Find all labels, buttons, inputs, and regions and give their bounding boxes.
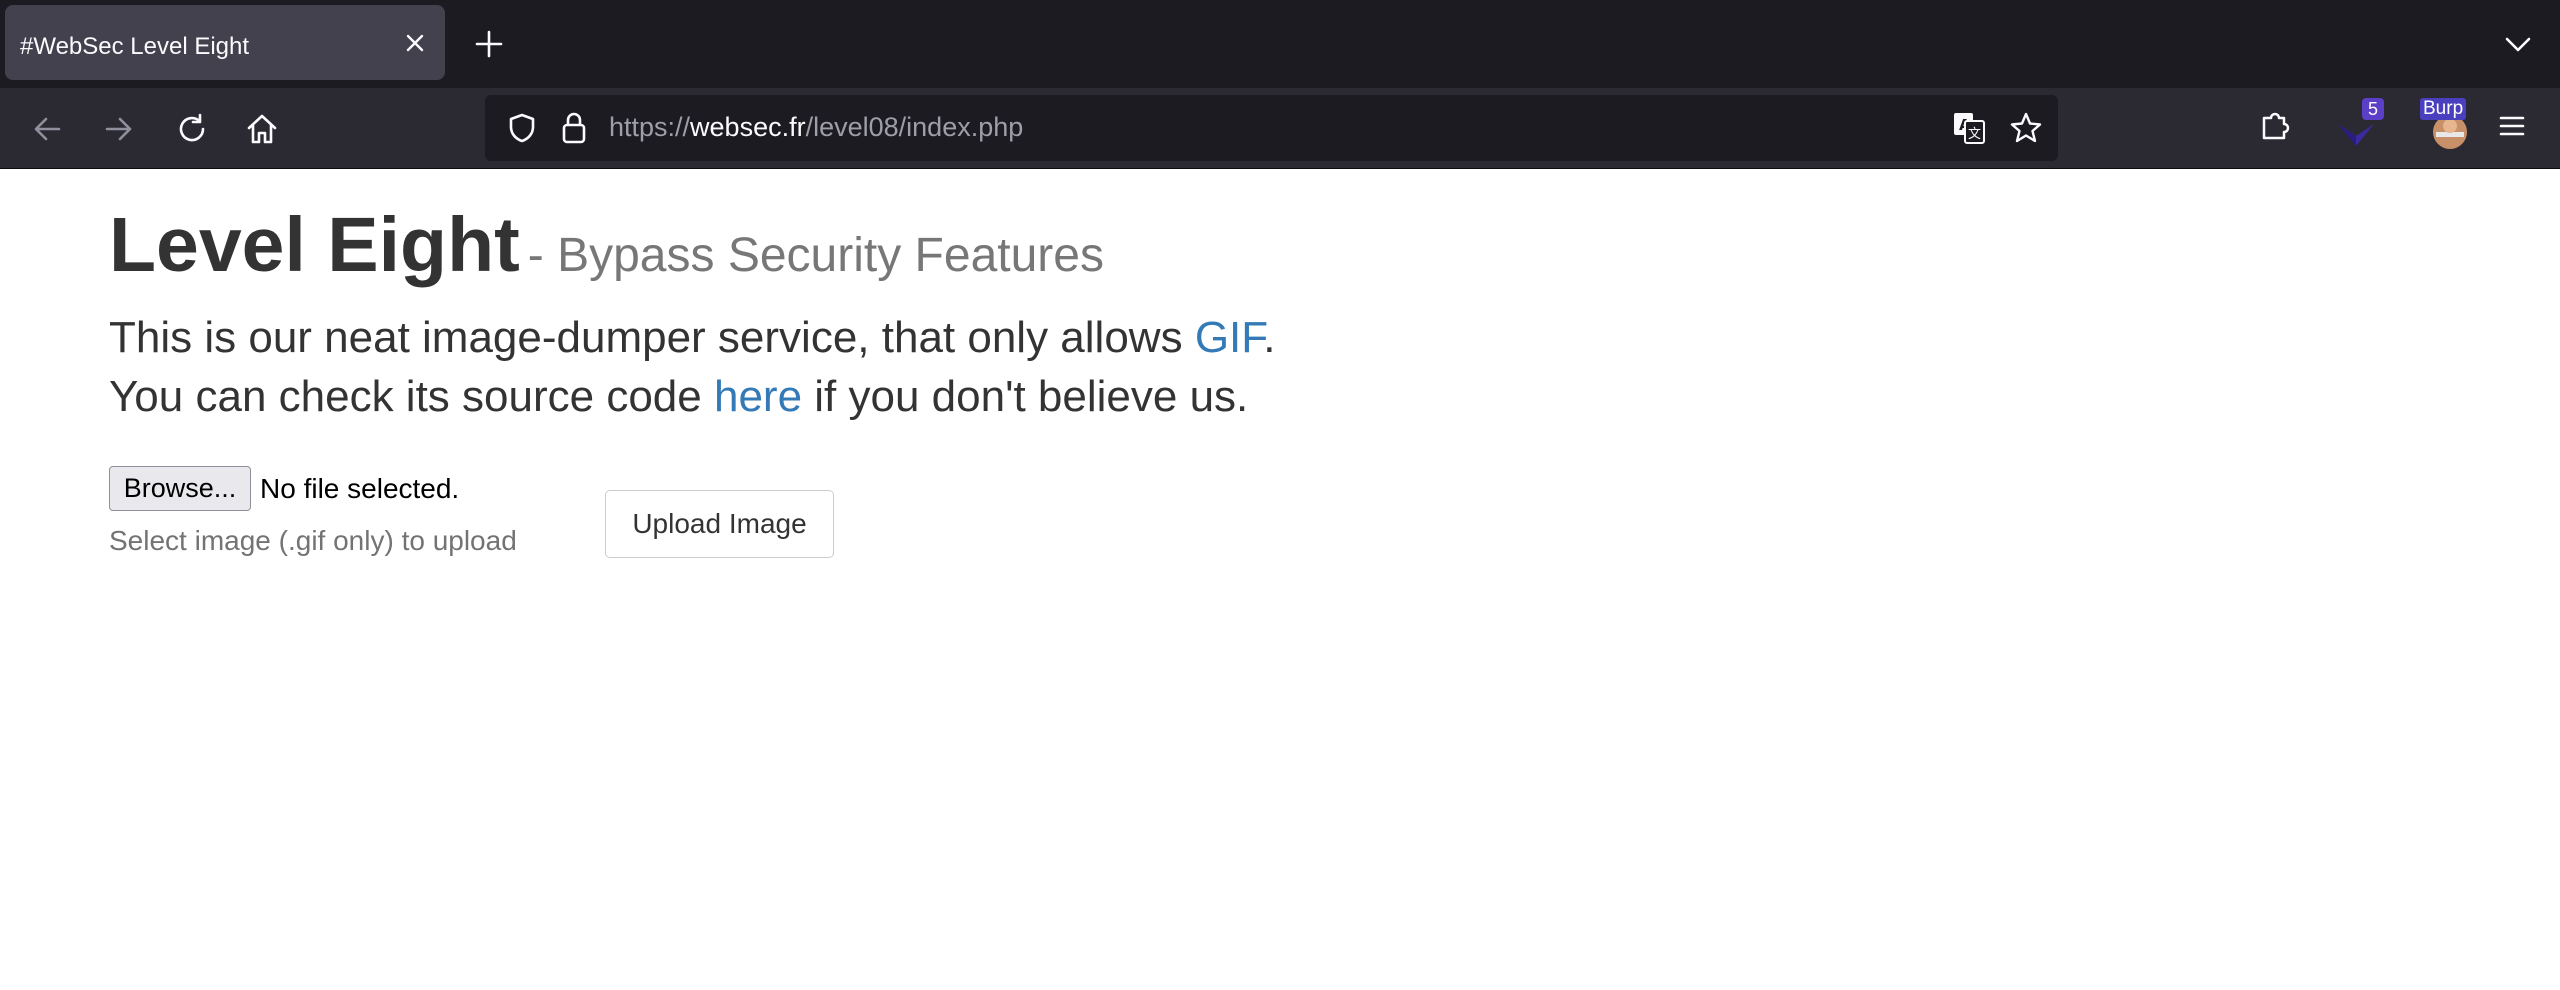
description-period: .	[1263, 313, 1276, 362]
upload-image-button[interactable]: Upload Image	[605, 490, 834, 558]
page-subtitle: - Bypass Security Features	[527, 229, 1104, 282]
upload-help-text: Select image (.gif only) to upload	[109, 525, 517, 556]
extensions-icon[interactable]	[2256, 106, 2294, 149]
browse-button[interactable]: Browse...	[109, 466, 251, 511]
gif-link[interactable]: GIF	[1195, 313, 1263, 362]
lock-icon[interactable]	[557, 109, 591, 152]
tab-title: #WebSec Level Eight	[20, 33, 250, 60]
toolbar-divider	[0, 168, 2560, 169]
file-status: No file selected.	[260, 473, 460, 504]
burp-label: Burp	[2420, 98, 2467, 120]
source-code-link[interactable]: here	[714, 372, 802, 421]
burp-extension-button[interactable]: Burp	[2416, 98, 2482, 158]
forward-arrow-icon[interactable]	[94, 104, 144, 154]
description-line-2: You can check its source code here if yo…	[109, 375, 1509, 419]
star-icon[interactable]	[2008, 110, 2044, 151]
shield-icon[interactable]	[505, 111, 539, 150]
close-tab-icon[interactable]	[397, 25, 433, 61]
description-text: This is our neat image-dumper service, t…	[109, 313, 1195, 362]
url-path: /level08/index.php	[805, 112, 1024, 142]
address-bar[interactable]: https://websec.fr/level08/index.php A文	[485, 95, 2058, 161]
source-text: You can check its source code	[109, 372, 714, 421]
url-host: websec.fr	[690, 112, 806, 142]
chevron-down-icon[interactable]	[2500, 26, 2536, 62]
navigation-toolbar: https://websec.fr/level08/index.php A文 5…	[0, 88, 2560, 169]
url-scheme: https://	[609, 112, 691, 142]
svg-text:文: 文	[1968, 127, 1981, 142]
tab-bar: #WebSec Level Eight	[0, 0, 2560, 88]
extension-badge-count: 5	[2362, 98, 2385, 120]
reload-icon[interactable]	[167, 104, 217, 154]
menu-icon[interactable]	[2494, 108, 2530, 149]
extension-button[interactable]: 5	[2332, 98, 2388, 154]
new-tab-icon[interactable]	[470, 25, 508, 63]
description-line-1: This is our neat image-dumper service, t…	[109, 316, 1509, 360]
back-arrow-icon[interactable]	[22, 104, 72, 154]
page-heading: Level Eight - Bypass Security Features	[109, 207, 1104, 284]
source-text-end: if you don't believe us.	[802, 372, 1249, 421]
translate-icon[interactable]: A文	[1951, 110, 1987, 151]
url-text[interactable]: https://websec.fr/level08/index.php	[609, 114, 1023, 141]
active-tab[interactable]: #WebSec Level Eight	[5, 5, 445, 80]
page-title: Level Eight	[109, 202, 520, 288]
home-icon[interactable]	[237, 104, 287, 154]
